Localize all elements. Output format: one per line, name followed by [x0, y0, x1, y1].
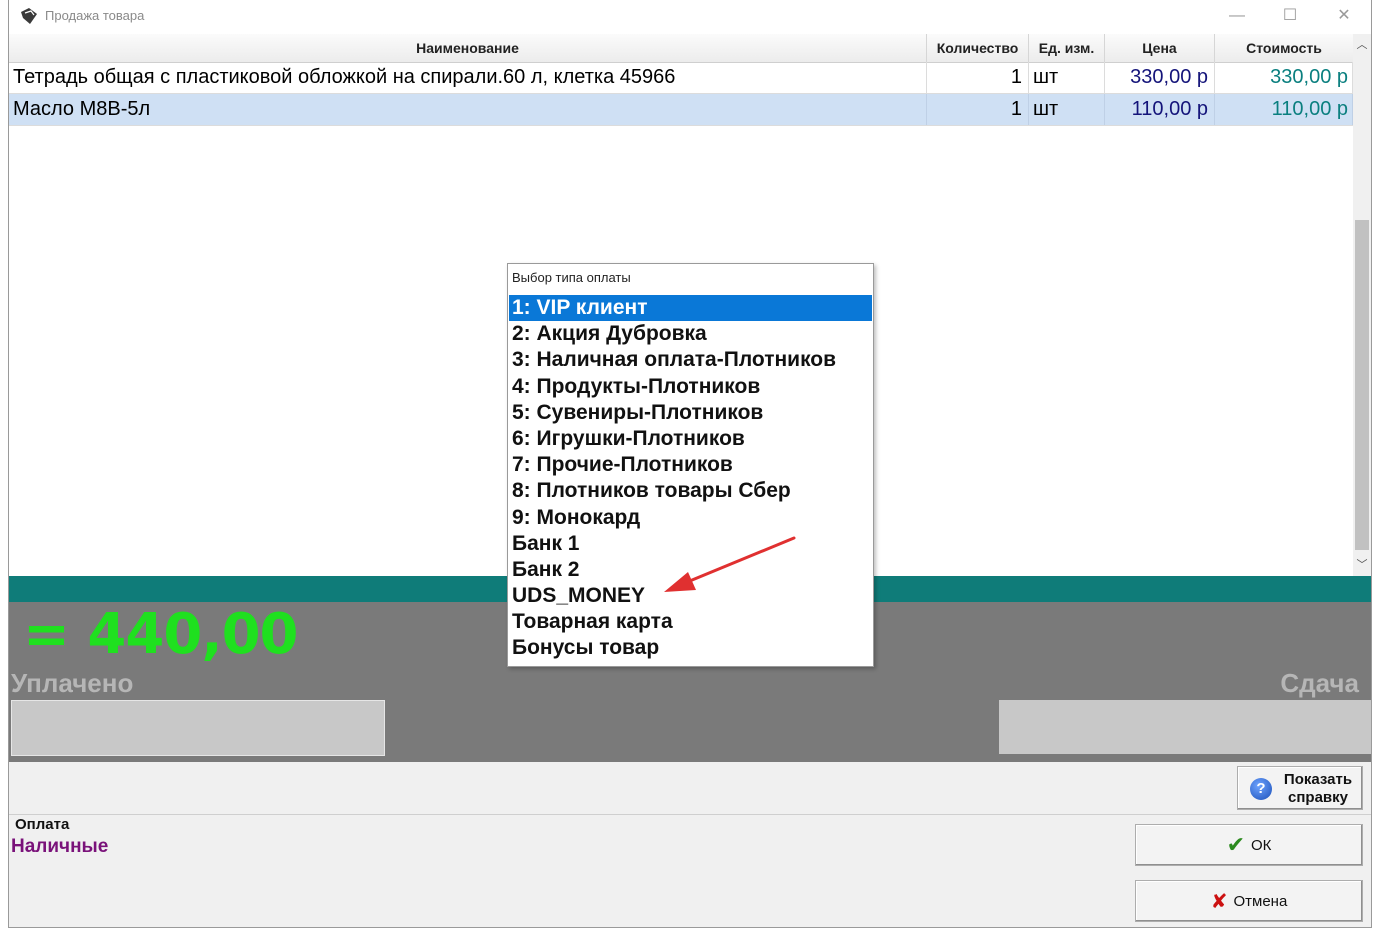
- help-icon: ?: [1250, 778, 1272, 800]
- cell-price: 110,00 р: [1105, 94, 1215, 125]
- payment-option-sber[interactable]: 8: Плотников товары Сбер: [509, 478, 872, 504]
- payment-option-products[interactable]: 4: Продукты-Плотников: [509, 374, 872, 400]
- payment-option-bank2[interactable]: Банк 2: [509, 557, 872, 583]
- payment-label: Оплата: [15, 816, 70, 833]
- column-header-price[interactable]: Цена: [1105, 34, 1215, 62]
- cell-name: Масло М8В-5л: [9, 94, 927, 125]
- payment-option-vip[interactable]: 1: VIP клиент: [509, 295, 872, 322]
- scroll-up-icon[interactable]: ︿: [1353, 36, 1371, 54]
- cell-cost: 330,00 р: [1215, 62, 1353, 93]
- payment-option-cash-plotnikov[interactable]: 3: Наличная оплата-Плотников: [509, 347, 872, 373]
- payment-option-bank1[interactable]: Банк 1: [509, 531, 872, 557]
- payment-option-uds-money[interactable]: UDS_MONEY: [509, 583, 872, 609]
- payment-value[interactable]: Наличные: [11, 836, 108, 858]
- maximize-icon[interactable]: ☐: [1267, 4, 1313, 28]
- cell-name: Тетрадь общая с пластиковой обложкой на …: [9, 62, 927, 93]
- help-strip: ? Показать справку: [9, 762, 1371, 815]
- cell-quantity: 1: [927, 62, 1029, 93]
- scroll-down-icon[interactable]: ﹀: [1353, 556, 1371, 574]
- payment-option-gift-card[interactable]: Товарная карта: [509, 609, 872, 635]
- help-label-line1: Показать: [1283, 771, 1353, 788]
- window-title: Продажа товара: [45, 8, 145, 23]
- paid-label: Уплачено: [11, 668, 134, 698]
- close-icon[interactable]: ✕: [1321, 4, 1367, 28]
- cross-icon: ✘: [1210, 890, 1228, 913]
- table-row[interactable]: Тетрадь общая с пластиковой обложкой на …: [9, 62, 1353, 94]
- popup-title: Выбор типа оплаты: [512, 270, 631, 285]
- vertical-scrollbar[interactable]: ︿ ﹀: [1353, 34, 1371, 576]
- checkmark-icon: ✔: [1226, 832, 1246, 857]
- payment-option-toys[interactable]: 6: Игрушки-Плотников: [509, 426, 872, 452]
- show-help-button[interactable]: ? Показать справку: [1237, 766, 1363, 810]
- cell-unit: шт: [1029, 62, 1105, 93]
- minimize-icon[interactable]: —: [1214, 4, 1260, 28]
- cell-cost: 110,00 р: [1215, 94, 1353, 125]
- table-row-selected[interactable]: Масло М8В-5л 1 шт 110,00 р 110,00 р: [9, 94, 1353, 126]
- payment-option-dubrovka[interactable]: 2: Акция Дубровка: [509, 321, 872, 347]
- change-label: Сдача: [1280, 668, 1359, 698]
- payment-type-list[interactable]: 1: VIP клиент 2: Акция Дубровка 3: Налич…: [509, 295, 872, 662]
- cell-quantity: 1: [927, 94, 1029, 125]
- column-header-name[interactable]: Наименование: [9, 34, 927, 62]
- column-header-quantity[interactable]: Количество: [927, 34, 1029, 62]
- help-label-line2: справку: [1288, 789, 1348, 806]
- column-header-cost[interactable]: Стоимость: [1215, 34, 1353, 62]
- ok-button[interactable]: ✔ ОК: [1135, 824, 1363, 866]
- column-header-unit[interactable]: Ед. изм.: [1029, 34, 1105, 62]
- cancel-button[interactable]: ✘ Отмена: [1135, 880, 1363, 922]
- paid-input[interactable]: [11, 700, 385, 756]
- cell-price: 330,00 р: [1105, 62, 1215, 93]
- payment-option-other[interactable]: 7: Прочие-Плотников: [509, 452, 872, 478]
- cancel-button-label: Отмена: [1233, 892, 1288, 910]
- payment-option-bonus[interactable]: Бонусы товар: [509, 635, 872, 661]
- total-amount: = 440,00: [23, 602, 299, 667]
- title-bar: Продажа товара — ☐ ✕: [9, 0, 1371, 34]
- scroll-thumb[interactable]: [1355, 220, 1369, 550]
- cell-unit: шт: [1029, 94, 1105, 125]
- ok-button-label: ОК: [1251, 836, 1272, 854]
- payment-option-monocard[interactable]: 9: Монокард: [509, 505, 872, 531]
- help-button-label: Показать справку: [1278, 771, 1358, 807]
- change-field: [999, 700, 1371, 754]
- app-icon: [21, 8, 37, 24]
- grid-header: Наименование Количество Ед. изм. Цена Ст…: [9, 34, 1353, 63]
- payment-type-popup[interactable]: Выбор типа оплаты 1: VIP клиент 2: Акция…: [507, 263, 874, 667]
- payment-option-souvenirs[interactable]: 5: Сувениры-Плотников: [509, 400, 872, 426]
